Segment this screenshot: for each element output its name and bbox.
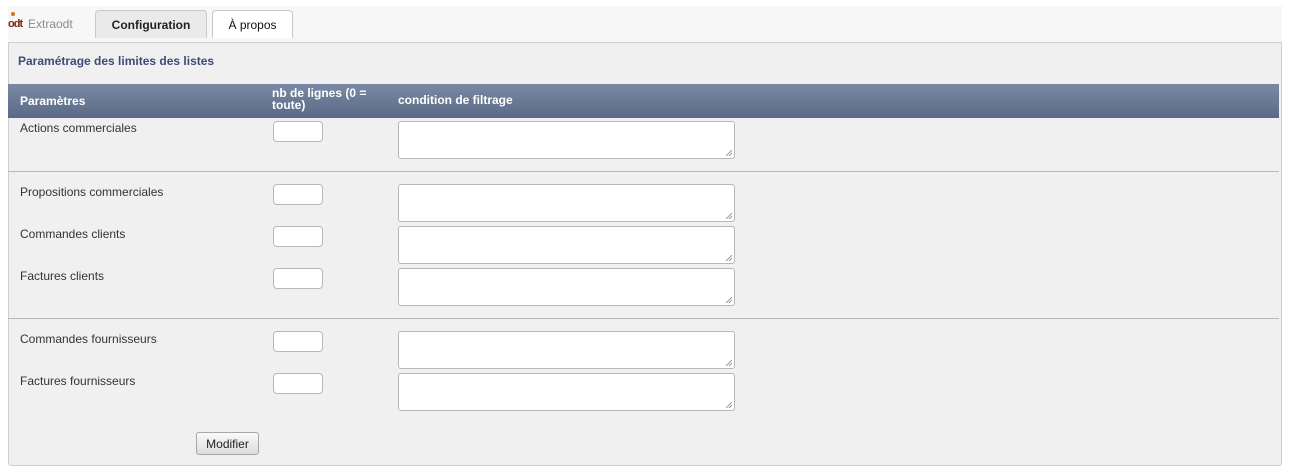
modify-button[interactable]: Modifier [196,432,259,455]
tab-configuration[interactable]: Configuration [95,10,207,38]
filter-textarea-factures-fournisseurs[interactable] [398,373,735,411]
nb-lines-input-commandes-clients[interactable] [273,226,323,247]
nb-lines-input-factures-clients[interactable] [273,268,323,289]
header-params: Paramètres [20,94,86,108]
row-label-commandes-clients: Commandes clients [20,227,126,241]
row-label-actions-commerciales: Actions commerciales [20,121,137,135]
header-condition: condition de filtrage [398,93,513,107]
nb-lines-input-commandes-fournisseurs[interactable] [273,331,323,352]
filter-textarea-commandes-fournisseurs[interactable] [398,331,735,369]
nb-lines-input-propositions-commerciales[interactable] [273,184,323,205]
filter-textarea-factures-clients[interactable] [398,268,735,306]
tab-extraodt-label: Extraodt [28,17,73,31]
group-separator [8,318,1279,319]
table-header: Paramètres nb de lignes (0 = toute) cond… [8,84,1279,118]
nb-lines-input-actions-commerciales[interactable] [273,121,323,142]
row-label-factures-fournisseurs: Factures fournisseurs [20,374,136,388]
row-label-factures-clients: Factures clients [20,269,105,283]
filter-textarea-commandes-clients[interactable] [398,226,735,264]
group-separator [8,171,1279,172]
nb-lines-input-factures-fournisseurs[interactable] [273,373,323,394]
tab-about-label: À propos [228,17,277,32]
filter-textarea-propositions-commerciales[interactable] [398,184,735,222]
row-label-propositions-commerciales: Propositions commerciales [20,185,164,199]
row-label-commandes-fournisseurs: Commandes fournisseurs [20,332,157,346]
filter-textarea-actions-commerciales[interactable] [398,121,735,159]
tab-about[interactable]: À propos [212,10,293,38]
tab-configuration-label: Configuration [111,17,191,32]
header-nb-lines: nb de lignes (0 = toute) [272,86,367,112]
odt-logo-icon: odt [8,12,25,31]
tab-extraodt[interactable]: odt Extraodt [8,12,73,34]
panel-title: Paramétrage des limites des listes [18,54,215,68]
